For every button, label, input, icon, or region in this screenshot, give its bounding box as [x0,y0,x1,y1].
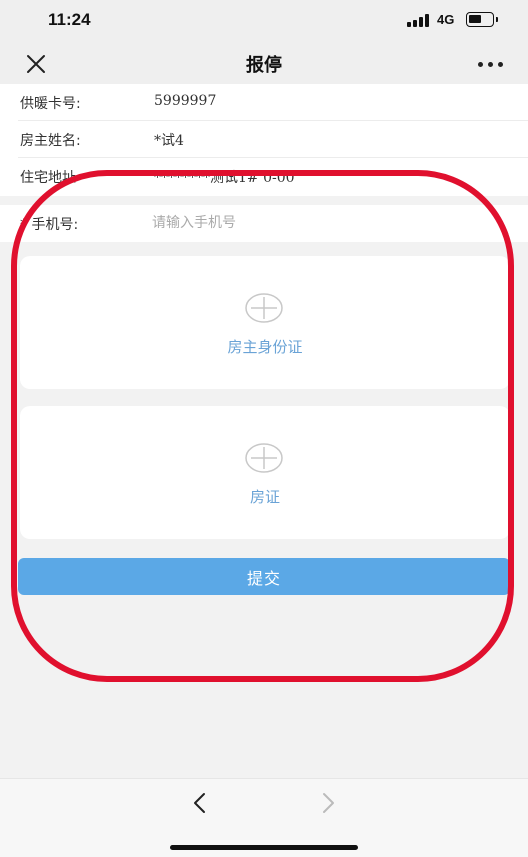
plus-circle-icon [244,292,284,324]
upload-label: 房证 [249,488,280,506]
page-title: 报停 [246,55,282,76]
phone-input[interactable] [152,210,492,236]
more-icon[interactable] [478,59,506,69]
upload-owner-id-card[interactable]: 房主身份证 [20,256,510,389]
network-label: 4G [437,12,455,27]
bottom-toolbar [0,778,528,857]
forward-arrow-icon[interactable] [318,791,338,815]
phone-row: * 手机号: [0,205,528,242]
back-arrow-icon[interactable] [190,791,210,815]
info-list: 供暖卡号: 5999997 房主姓名: *试4 住宅地址 ********测试1… [0,84,528,196]
plus-circle-icon [244,442,284,474]
info-value: *试4 [154,133,184,149]
info-label: 住宅地址 [20,170,76,186]
home-indicator [170,845,358,850]
info-value: 5999997 [154,93,217,109]
submit-button[interactable]: 提交 [18,558,510,595]
status-bar: 11:24 4G [0,0,528,44]
info-row-card-number: 供暖卡号: 5999997 [18,84,528,121]
info-row-owner-name: 房主姓名: *试4 [18,121,528,158]
info-value: ********测试1# 0-00 [154,170,295,186]
upload-label: 房主身份证 [227,338,303,356]
battery-icon [466,12,494,27]
phone-label: * 手机号: [20,217,79,233]
info-row-address: 住宅地址 ********测试1# 0-00 [18,158,528,195]
status-time: 11:24 [48,10,91,29]
signal-icon [407,14,431,27]
info-label: 供暖卡号: [20,96,81,112]
info-label: 房主姓名: [20,133,81,149]
battery-tip [496,17,498,22]
nav-bar: 报停 [0,44,528,84]
upload-property-certificate[interactable]: 房证 [20,406,510,539]
